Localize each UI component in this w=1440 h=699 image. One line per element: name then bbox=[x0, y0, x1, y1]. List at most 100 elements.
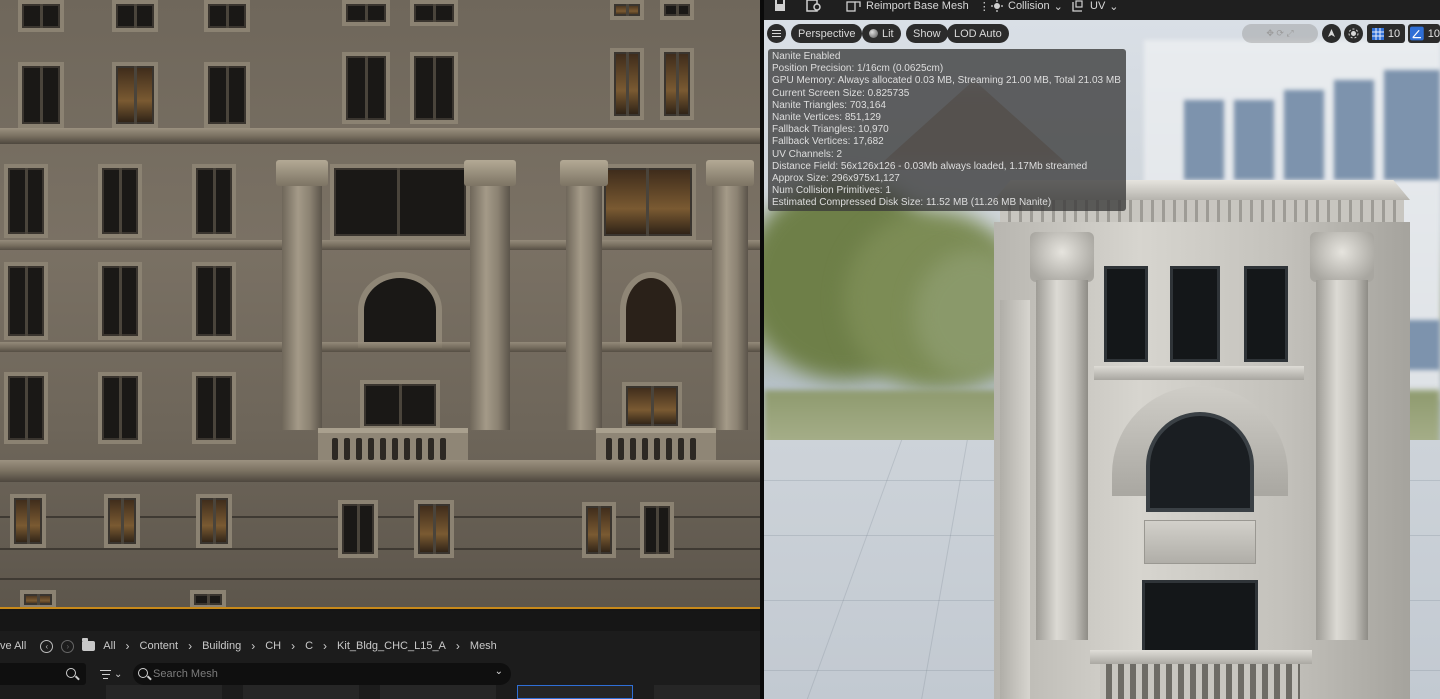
facade-window bbox=[192, 164, 236, 238]
stat-screen-size: Current Screen Size: 0.825735 bbox=[772, 87, 910, 99]
transform-tools-group[interactable]: ✥ ⟳ ⤢ bbox=[1242, 24, 1318, 43]
model-column-capital bbox=[1310, 232, 1374, 282]
stat-distance-field: Distance Field: 56x126x126 - 0.03Mb alwa… bbox=[772, 160, 1088, 172]
folder-icon[interactable] bbox=[82, 638, 96, 651]
facade-window bbox=[610, 48, 644, 120]
facade-column-capital bbox=[560, 160, 608, 186]
forward-icon[interactable]: › bbox=[61, 639, 75, 653]
facade-window bbox=[622, 382, 682, 430]
facade-window bbox=[204, 62, 250, 128]
reimport-button[interactable]: Reimport Base Mesh ⋮ bbox=[846, 0, 990, 13]
chevron-down-icon: ⌄ bbox=[114, 668, 123, 680]
asset-thumbnail[interactable] bbox=[106, 685, 222, 699]
breadcrumb-item-c[interactable]: C bbox=[301, 633, 317, 659]
model-column bbox=[1316, 280, 1368, 640]
facade-window bbox=[4, 164, 48, 238]
facade-column-capital bbox=[464, 160, 516, 186]
source-level-viewport[interactable] bbox=[0, 0, 760, 609]
facade-cornice bbox=[0, 460, 760, 482]
content-browser-tab-strip bbox=[0, 611, 760, 631]
grid-snap-button[interactable]: 10 bbox=[1367, 24, 1405, 43]
editor-window: { "left_toolbar": { "save_all_label": "v… bbox=[0, 0, 1440, 699]
filter-button[interactable]: ⌄ bbox=[100, 665, 128, 683]
breadcrumb-separator: › bbox=[455, 639, 460, 653]
mesh-stats-overlay: Nanite Enabled Position Precision: 1/16c… bbox=[768, 49, 1126, 211]
background-window bbox=[1284, 90, 1324, 180]
back-icon[interactable]: ‹ bbox=[40, 639, 54, 653]
show-button[interactable]: Show bbox=[906, 24, 948, 43]
facade-column-capital bbox=[706, 160, 754, 186]
facade-column bbox=[712, 180, 748, 430]
perspective-label: Perspective bbox=[798, 27, 856, 40]
facade-window bbox=[112, 0, 158, 32]
stat-fallback-vertices: Fallback Vertices: 17,682 bbox=[772, 136, 884, 148]
stat-collision-primitives: Num Collision Primitives: 1 bbox=[772, 185, 891, 197]
breadcrumb-item-all[interactable]: All bbox=[99, 633, 119, 659]
facade-cornice bbox=[0, 240, 760, 250]
collision-menu[interactable]: Collision ⌄ bbox=[990, 0, 1063, 13]
chevron-down-icon[interactable]: ⌄ bbox=[495, 666, 503, 677]
model-balustrade bbox=[1100, 664, 1300, 699]
model-arch-window bbox=[1146, 412, 1254, 512]
grid-snap-icon bbox=[1371, 27, 1384, 40]
facade-window bbox=[20, 590, 56, 607]
facade-window bbox=[360, 380, 440, 430]
facade-column-capital bbox=[276, 160, 328, 186]
facade-balcony bbox=[596, 428, 716, 462]
facade-window bbox=[660, 0, 694, 20]
asset-thumbnail[interactable] bbox=[654, 685, 760, 699]
facade-cornice bbox=[0, 128, 760, 144]
filter-icon bbox=[100, 669, 111, 679]
lit-button[interactable]: Lit bbox=[862, 24, 901, 43]
breadcrumb-item-content[interactable]: Content bbox=[136, 633, 183, 659]
camera-speed-button[interactable] bbox=[1322, 24, 1341, 43]
asset-search-input[interactable]: Search Mesh ⌄ bbox=[133, 663, 511, 685]
transform-icon: ✥ ⟳ ⤢ bbox=[1266, 28, 1294, 38]
collision-label: Collision bbox=[1008, 0, 1050, 12]
breadcrumb-item-mesh[interactable]: Mesh bbox=[466, 633, 501, 659]
facade-window bbox=[410, 52, 458, 124]
facade-window bbox=[10, 494, 46, 548]
collision-icon bbox=[991, 0, 1003, 12]
hamburger-icon bbox=[772, 30, 781, 38]
breadcrumb-separator: › bbox=[188, 639, 193, 653]
uv-menu[interactable]: UV ⌄ bbox=[1072, 0, 1119, 13]
perspective-button[interactable]: Perspective bbox=[791, 24, 863, 43]
lod-button[interactable]: LOD Auto bbox=[947, 24, 1009, 43]
asset-thumbnail-selected[interactable] bbox=[517, 685, 633, 699]
facade-window bbox=[192, 262, 236, 340]
angle-snap-button[interactable]: 10 bbox=[1408, 24, 1440, 43]
model-window bbox=[1104, 266, 1148, 362]
chevron-down-icon: ⌄ bbox=[1053, 0, 1063, 13]
facade-window bbox=[582, 502, 616, 558]
viewport-options-button[interactable] bbox=[767, 24, 786, 43]
save-all-button[interactable]: ve All bbox=[0, 633, 30, 659]
uv-icon bbox=[1072, 0, 1083, 12]
model-column bbox=[1036, 280, 1088, 640]
mesh-preview-viewport[interactable]: Perspective Lit Show LOD Auto ✥ ⟳ ⤢ 10 1… bbox=[764, 20, 1440, 699]
save-icon[interactable] bbox=[774, 0, 786, 12]
facade-window bbox=[414, 500, 454, 558]
facade-window bbox=[660, 48, 694, 120]
asset-thumbnail[interactable] bbox=[380, 685, 496, 699]
realtime-button[interactable] bbox=[1344, 24, 1363, 43]
facade-window bbox=[18, 0, 64, 32]
more-options-icon[interactable]: ⋮ bbox=[979, 0, 990, 13]
breadcrumb-separator: › bbox=[323, 639, 328, 653]
facade-window bbox=[410, 0, 458, 26]
reimport-label: Reimport Base Mesh bbox=[866, 0, 969, 12]
facade-window bbox=[342, 52, 390, 124]
breadcrumb-item-kit-folder[interactable]: Kit_Bldg_CHC_L15_A bbox=[333, 633, 450, 659]
asset-thumbnail[interactable] bbox=[243, 685, 359, 699]
static-mesh-model[interactable] bbox=[994, 180, 1414, 699]
stat-uv-channels: UV Channels: 2 bbox=[772, 148, 843, 160]
find-in-browser-icon[interactable] bbox=[806, 0, 822, 12]
facade-column bbox=[282, 180, 322, 430]
surface-snap-icon bbox=[1348, 28, 1359, 39]
breadcrumb-item-ch[interactable]: CH bbox=[261, 633, 285, 659]
facade-window bbox=[104, 494, 140, 548]
breadcrumb-item-building[interactable]: Building bbox=[198, 633, 245, 659]
facade-window bbox=[98, 372, 142, 444]
sources-search-input[interactable] bbox=[0, 663, 86, 685]
facade-window bbox=[600, 164, 696, 240]
